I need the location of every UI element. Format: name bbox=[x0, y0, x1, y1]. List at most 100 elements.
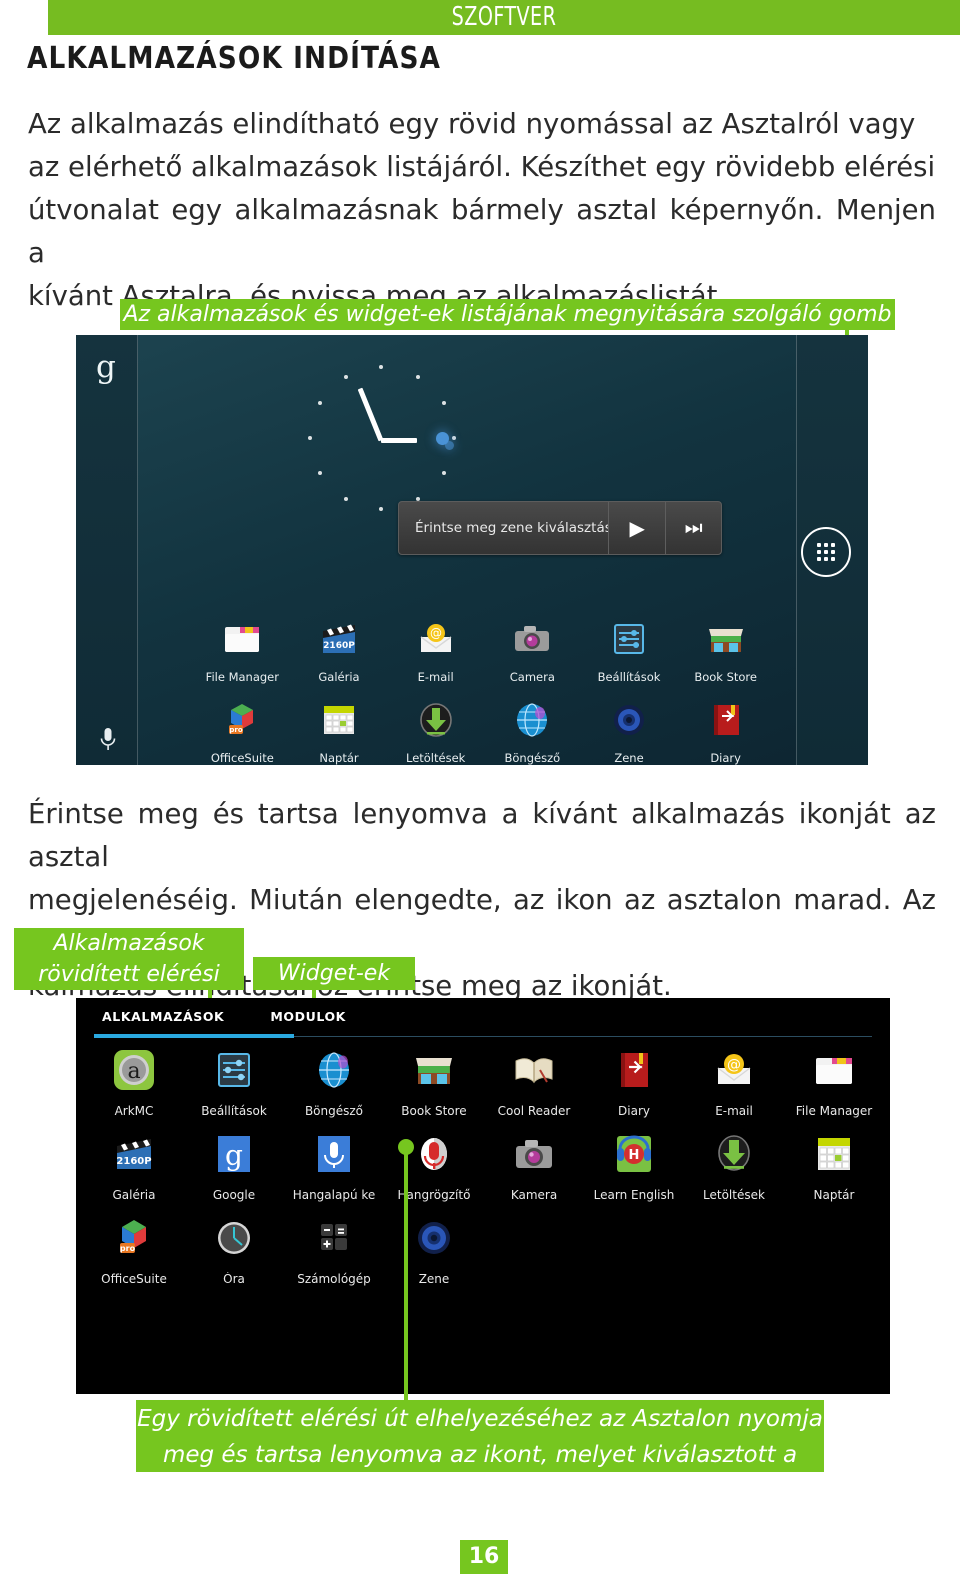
section-header-title: SZOFTVER bbox=[451, 2, 557, 32]
svg-text:g: g bbox=[225, 1139, 243, 1172]
drawer-icon-label: Learn English bbox=[593, 1188, 675, 1202]
callout-widgets: Widget-ek bbox=[253, 957, 415, 990]
drawer-tabbar: ALKALMAZÁSOK MODULOK bbox=[76, 998, 890, 1034]
home-icon-email[interactable]: @ E-mail bbox=[387, 617, 484, 684]
drawer-icon-beallitasok[interactable]: Beállítások bbox=[184, 1046, 284, 1118]
callout-leader-dot bbox=[398, 1139, 414, 1155]
home-icon-letoltesek[interactable]: Letöltések bbox=[387, 698, 484, 765]
drawer-icon-naptar[interactable]: Naptár bbox=[784, 1130, 884, 1202]
drawer-icon-google[interactable]: g Google bbox=[184, 1130, 284, 1202]
drawer-icon-label: Letöltések bbox=[703, 1188, 765, 1202]
drawer-icon-label: Számológép bbox=[297, 1272, 371, 1286]
callout-place-shortcut: Egy rövidített elérési út elhelyezéséhez… bbox=[136, 1400, 824, 1504]
download-arrow-icon bbox=[419, 703, 452, 737]
home-icon-galeria[interactable]: 2160P Galéria bbox=[291, 617, 388, 684]
svg-text:pro: pro bbox=[120, 1244, 136, 1253]
drawer-icon-kamera[interactable]: Kamera bbox=[484, 1130, 584, 1202]
drawer-icon-szamologep[interactable]: Számológép bbox=[284, 1214, 384, 1286]
tab-alkalmazasok[interactable]: ALKALMAZÁSOK bbox=[102, 1009, 224, 1024]
folder-icon bbox=[816, 1058, 852, 1084]
page-title: ALKALMAZÁSOK INDÍTÁSA bbox=[27, 41, 442, 76]
home-icon-naptar[interactable]: Naptár bbox=[291, 698, 388, 765]
home-left-rail bbox=[76, 335, 138, 765]
drawer-icon-galeria[interactable]: 2160P Galéria bbox=[84, 1130, 184, 1202]
drawer-icon-cool-reader[interactable]: Cool Reader bbox=[484, 1046, 584, 1118]
paragraph-line: Érintse meg és tartsa lenyomva a kívánt … bbox=[28, 798, 936, 873]
analog-clock-widget[interactable] bbox=[306, 363, 456, 513]
drawer-icon-label: Zene bbox=[418, 1272, 450, 1286]
drawer-icon-label: E-mail bbox=[715, 1104, 753, 1118]
download-arrow-icon bbox=[718, 1135, 750, 1171]
calendar-icon bbox=[818, 1138, 850, 1170]
envelope-at-icon: @ bbox=[717, 1054, 751, 1084]
folder-icon bbox=[225, 627, 260, 652]
svg-text:@: @ bbox=[727, 1057, 741, 1073]
drawer-icon-label: File Manager bbox=[795, 1104, 873, 1118]
svg-text:2160P: 2160P bbox=[323, 641, 355, 651]
drawer-icon-officesuite[interactable]: pro OfficeSuite bbox=[84, 1214, 184, 1286]
home-icon-grid: File Manager 2160P Galéria @ E-mail Came… bbox=[194, 617, 774, 765]
wallpaper-orb bbox=[445, 441, 454, 450]
home-icon-camera[interactable]: Camera bbox=[484, 617, 581, 684]
home-icon-beallitasok[interactable]: Beállítások bbox=[581, 617, 678, 684]
google-g-icon: g bbox=[218, 1136, 250, 1172]
drawer-icon-label: Böngésző bbox=[304, 1104, 364, 1118]
drawer-icon-hangalapu-kereses[interactable]: Hangalapú ke bbox=[284, 1130, 384, 1202]
officesuite-cubes-pro-icon: pro bbox=[229, 704, 254, 734]
home-icon-officesuite[interactable]: pro OfficeSuite bbox=[194, 698, 291, 765]
voice-search-mic-icon bbox=[318, 1136, 350, 1172]
home-icon-file-manager[interactable]: File Manager bbox=[194, 617, 291, 684]
home-screen-screenshot: g Érintse meg zene kiválasztás ▶ ⏭ File … bbox=[76, 335, 868, 765]
home-icon-label: File Manager bbox=[205, 670, 279, 684]
home-icon-label: Naptár bbox=[319, 751, 359, 765]
drawer-icon-arkmc[interactable]: a ArkMC bbox=[84, 1046, 184, 1118]
home-icon-diary[interactable]: Diary bbox=[677, 698, 774, 765]
drawer-icon-label: Óra bbox=[223, 1272, 245, 1286]
intro-paragraph: Az alkalmazás elindítható egy rövid nyom… bbox=[28, 103, 936, 318]
calculator-icon bbox=[321, 1224, 347, 1250]
tab-underline-track bbox=[294, 1036, 872, 1037]
drawer-icon-file-manager[interactable]: File Manager bbox=[784, 1046, 884, 1118]
music-widget-label[interactable]: Érintse meg zene kiválasztásához bbox=[399, 502, 610, 554]
home-icon-bongeszo[interactable]: Böngésző bbox=[484, 698, 581, 765]
sliders-settings-icon bbox=[613, 624, 644, 654]
drawer-icon-label: Google bbox=[212, 1188, 256, 1202]
drawer-icon-label: Beállítások bbox=[201, 1104, 267, 1118]
drawer-icon-email[interactable]: @ E-mail bbox=[684, 1046, 784, 1118]
home-icon-zene[interactable]: Zene bbox=[581, 698, 678, 765]
next-track-icon[interactable]: ⏭ bbox=[665, 502, 721, 554]
app-drawer-grid: a ArkMC Beállítások Böngésző Book Store … bbox=[84, 1046, 884, 1286]
app-drawer-button[interactable] bbox=[801, 527, 851, 577]
officesuite-cubes-pro-icon: pro bbox=[120, 1220, 146, 1253]
drawer-icon-label: Naptár bbox=[813, 1188, 855, 1202]
drawer-icon-letoltesek[interactable]: Letöltések bbox=[684, 1130, 784, 1202]
drawer-icon-zene[interactable]: Zene bbox=[384, 1214, 484, 1286]
home-icon-book-store[interactable]: Book Store bbox=[677, 617, 774, 684]
clapperboard-2160p-icon: 2160P bbox=[116, 1139, 152, 1169]
microphone-icon[interactable] bbox=[98, 727, 118, 753]
drawer-icon-diary[interactable]: Diary bbox=[584, 1046, 684, 1118]
home-icon-label: OfficeSuite bbox=[210, 751, 274, 765]
home-icon-label: E-mail bbox=[417, 670, 454, 684]
music-player-widget[interactable]: Érintse meg zene kiválasztásához ▶ ⏭ bbox=[398, 501, 722, 555]
drawer-icon-label: Kamera bbox=[510, 1188, 558, 1202]
manual-page: SZOFTVER ALKALMAZÁSOK INDÍTÁSA Az alkalm… bbox=[0, 0, 960, 1586]
drawer-icon-bongeszo[interactable]: Böngésző bbox=[284, 1046, 384, 1118]
google-g-icon[interactable]: g bbox=[96, 352, 116, 383]
drawer-icon-book-store[interactable]: Book Store bbox=[384, 1046, 484, 1118]
callout-line: Alkalmazások bbox=[53, 931, 205, 956]
svg-text:@: @ bbox=[430, 626, 442, 640]
speaker-icon bbox=[418, 1222, 450, 1254]
camera-icon bbox=[516, 1140, 552, 1168]
svg-text:pro: pro bbox=[230, 726, 243, 734]
play-icon[interactable]: ▶ bbox=[609, 502, 665, 554]
open-book-icon bbox=[515, 1058, 553, 1084]
drawer-icon-ora[interactable]: Óra bbox=[184, 1214, 284, 1286]
arkmc-a-icon: a bbox=[114, 1050, 154, 1090]
section-header-band: SZOFTVER bbox=[48, 0, 960, 35]
red-book-bookmark-icon bbox=[621, 1053, 648, 1087]
storefront-icon bbox=[416, 1058, 452, 1084]
tab-modulok[interactable]: MODULOK bbox=[270, 1009, 346, 1024]
drawer-icon-learn-english[interactable]: H Learn English bbox=[584, 1130, 684, 1202]
drawer-icon-label: ArkMC bbox=[114, 1104, 154, 1118]
